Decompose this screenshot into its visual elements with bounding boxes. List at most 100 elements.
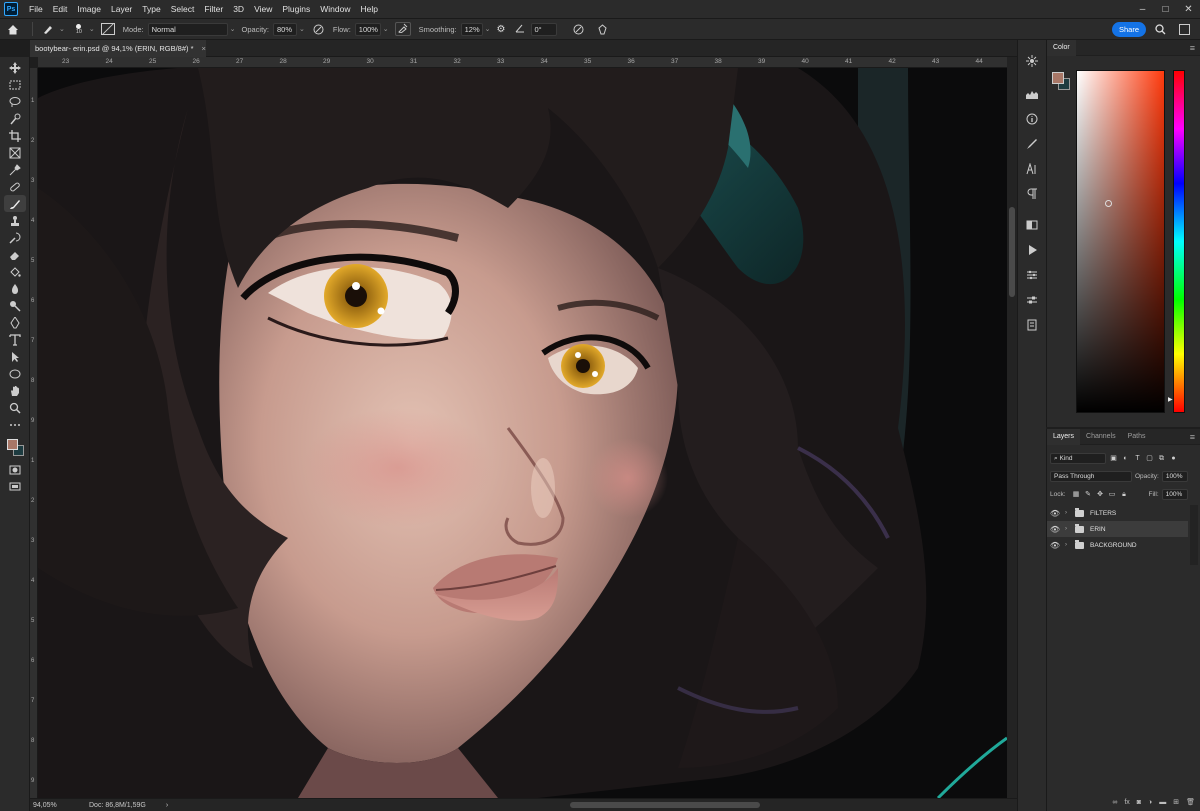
layer-row-filters[interactable]: 👁︎ › FILTERS: [1047, 505, 1188, 521]
angle-field[interactable]: 0°: [530, 22, 557, 36]
frame-tool-icon[interactable]: [4, 144, 26, 161]
layer-row-background[interactable]: 👁︎ › BACKGROUND: [1047, 537, 1188, 553]
properties-icon[interactable]: [1023, 291, 1041, 309]
blur-tool-icon[interactable]: [4, 280, 26, 297]
smoothing-field[interactable]: 12%: [460, 22, 483, 36]
link-icon[interactable]: ∞: [1112, 799, 1117, 806]
vertical-scrollbar[interactable]: [1007, 57, 1017, 798]
history-brush-tool-icon[interactable]: [4, 229, 26, 246]
chevron-right-icon[interactable]: ›: [1065, 542, 1071, 548]
pen-tool-icon[interactable]: [4, 314, 26, 331]
symmetry-icon[interactable]: [595, 23, 611, 35]
flow-field[interactable]: 100%: [354, 22, 381, 36]
new-layer-icon[interactable]: ⊞: [1173, 798, 1179, 806]
visibility-eye-icon[interactable]: 👁︎: [1047, 525, 1063, 534]
mode-select[interactable]: Normal: [147, 22, 228, 36]
menu-3d[interactable]: 3D: [228, 0, 249, 18]
minimize-icon[interactable]: –: [1131, 0, 1154, 18]
hue-slider-marker-icon[interactable]: ▶: [1168, 396, 1173, 403]
visibility-eye-icon[interactable]: 👁︎: [1047, 509, 1063, 518]
lock-transparency-icon[interactable]: ▦: [1072, 490, 1081, 499]
horizontal-scroll-thumb[interactable]: [570, 802, 760, 808]
adjustments-icon[interactable]: [1023, 266, 1041, 284]
gear-icon[interactable]: ⚙: [497, 24, 511, 35]
chevron-right-icon[interactable]: ›: [166, 802, 168, 809]
blend-mode-select[interactable]: Pass Through: [1050, 471, 1132, 482]
visibility-eye-icon[interactable]: 👁︎: [1047, 541, 1063, 550]
brush-tool-icon[interactable]: [3, 195, 26, 212]
info-icon[interactable]: [1023, 110, 1041, 128]
quick-select-tool-icon[interactable]: [4, 110, 26, 127]
histogram-icon[interactable]: [1023, 85, 1041, 103]
color-picker-field[interactable]: [1076, 70, 1165, 413]
shape-filter-icon[interactable]: ▢: [1145, 454, 1154, 463]
menu-help[interactable]: Help: [355, 0, 382, 18]
lock-artboard-icon[interactable]: ▭: [1108, 490, 1117, 499]
layer-filter-kind[interactable]: ⌕ Kind: [1050, 453, 1106, 464]
history-panel-icon[interactable]: [1023, 316, 1041, 334]
fx-icon[interactable]: fx: [1124, 799, 1129, 806]
menu-layer[interactable]: Layer: [106, 0, 137, 18]
eyedropper-tool-icon[interactable]: [4, 161, 26, 178]
bucket-tool-icon[interactable]: [4, 263, 26, 280]
lock-pixels-icon[interactable]: ✎: [1084, 490, 1093, 499]
layer-opacity-field[interactable]: 100%: [1161, 471, 1188, 482]
zoom-level[interactable]: 94,05%: [33, 802, 73, 809]
panel-menu-icon[interactable]: ≡: [1190, 432, 1195, 442]
type-tool-icon[interactable]: [4, 331, 26, 348]
brush-preset-icon[interactable]: [39, 23, 57, 35]
foreground-color-swatch[interactable]: [6, 439, 18, 450]
mask-icon[interactable]: ◙: [1137, 799, 1141, 806]
hand-tool-icon[interactable]: [4, 382, 26, 399]
healing-tool-icon[interactable]: [4, 178, 26, 195]
more-tools-icon[interactable]: [4, 416, 26, 433]
hue-slider[interactable]: [1173, 70, 1185, 413]
marquee-tool-icon[interactable]: [4, 76, 26, 93]
opacity-field[interactable]: 80%: [273, 22, 297, 36]
menu-select[interactable]: Select: [166, 0, 200, 18]
pressure-opacity-icon[interactable]: [311, 24, 327, 35]
adjustment-icon[interactable]: ◑: [1148, 799, 1152, 806]
document-canvas[interactable]: [38, 68, 1007, 798]
pressure-size-icon[interactable]: [571, 24, 587, 35]
smart-object-filter-icon[interactable]: ⧉: [1157, 454, 1166, 463]
close-window-icon[interactable]: ✕: [1177, 0, 1200, 18]
chevron-right-icon[interactable]: ›: [1065, 510, 1071, 516]
type-filter-icon[interactable]: T: [1133, 454, 1142, 463]
menu-plugins[interactable]: Plugins: [277, 0, 315, 18]
shape-tool-icon[interactable]: [4, 365, 26, 382]
tab-paths[interactable]: Paths: [1122, 429, 1152, 445]
filter-toggle-icon[interactable]: ●: [1169, 454, 1178, 463]
color-swatches[interactable]: [4, 437, 26, 459]
pixel-filter-icon[interactable]: ▣: [1109, 454, 1118, 463]
adjustment-filter-icon[interactable]: ◐: [1121, 454, 1130, 463]
chevron-down-icon[interactable]: ⌄: [383, 25, 389, 33]
panel-menu-icon[interactable]: ≡: [1190, 43, 1195, 53]
menu-edit[interactable]: Edit: [48, 0, 73, 18]
menu-view[interactable]: View: [249, 0, 277, 18]
quick-mask-icon[interactable]: [4, 461, 26, 478]
menu-image[interactable]: Image: [72, 0, 106, 18]
airbrush-icon[interactable]: [394, 22, 411, 36]
search-icon[interactable]: [1155, 24, 1166, 37]
chevron-down-icon[interactable]: ⌄: [299, 25, 305, 33]
swatches-panel-icon[interactable]: [1023, 216, 1041, 234]
lock-position-icon[interactable]: ✥: [1096, 490, 1105, 499]
trash-icon[interactable]: 🗑︎: [1186, 798, 1195, 806]
screen-mode-icon[interactable]: [4, 478, 26, 495]
character-panel-icon[interactable]: [1023, 160, 1041, 178]
zoom-tool-icon[interactable]: [4, 399, 26, 416]
chevron-down-icon[interactable]: ⌄: [485, 25, 491, 33]
lock-all-icon[interactable]: 🔒︎: [1120, 490, 1129, 499]
maximize-icon[interactable]: □: [1154, 0, 1177, 18]
fill-field[interactable]: 100%: [1161, 489, 1188, 500]
menu-window[interactable]: Window: [315, 0, 355, 18]
menu-filter[interactable]: Filter: [199, 0, 228, 18]
brush-settings-icon[interactable]: [100, 23, 115, 35]
share-button[interactable]: Share: [1112, 22, 1146, 37]
tab-channels[interactable]: Channels: [1080, 429, 1122, 445]
layer-row-erin[interactable]: 👁︎ › ERIN: [1047, 521, 1188, 537]
menu-type[interactable]: Type: [137, 0, 165, 18]
tab-layers[interactable]: Layers: [1047, 428, 1081, 445]
brush-settings-panel-icon[interactable]: [1023, 135, 1041, 153]
